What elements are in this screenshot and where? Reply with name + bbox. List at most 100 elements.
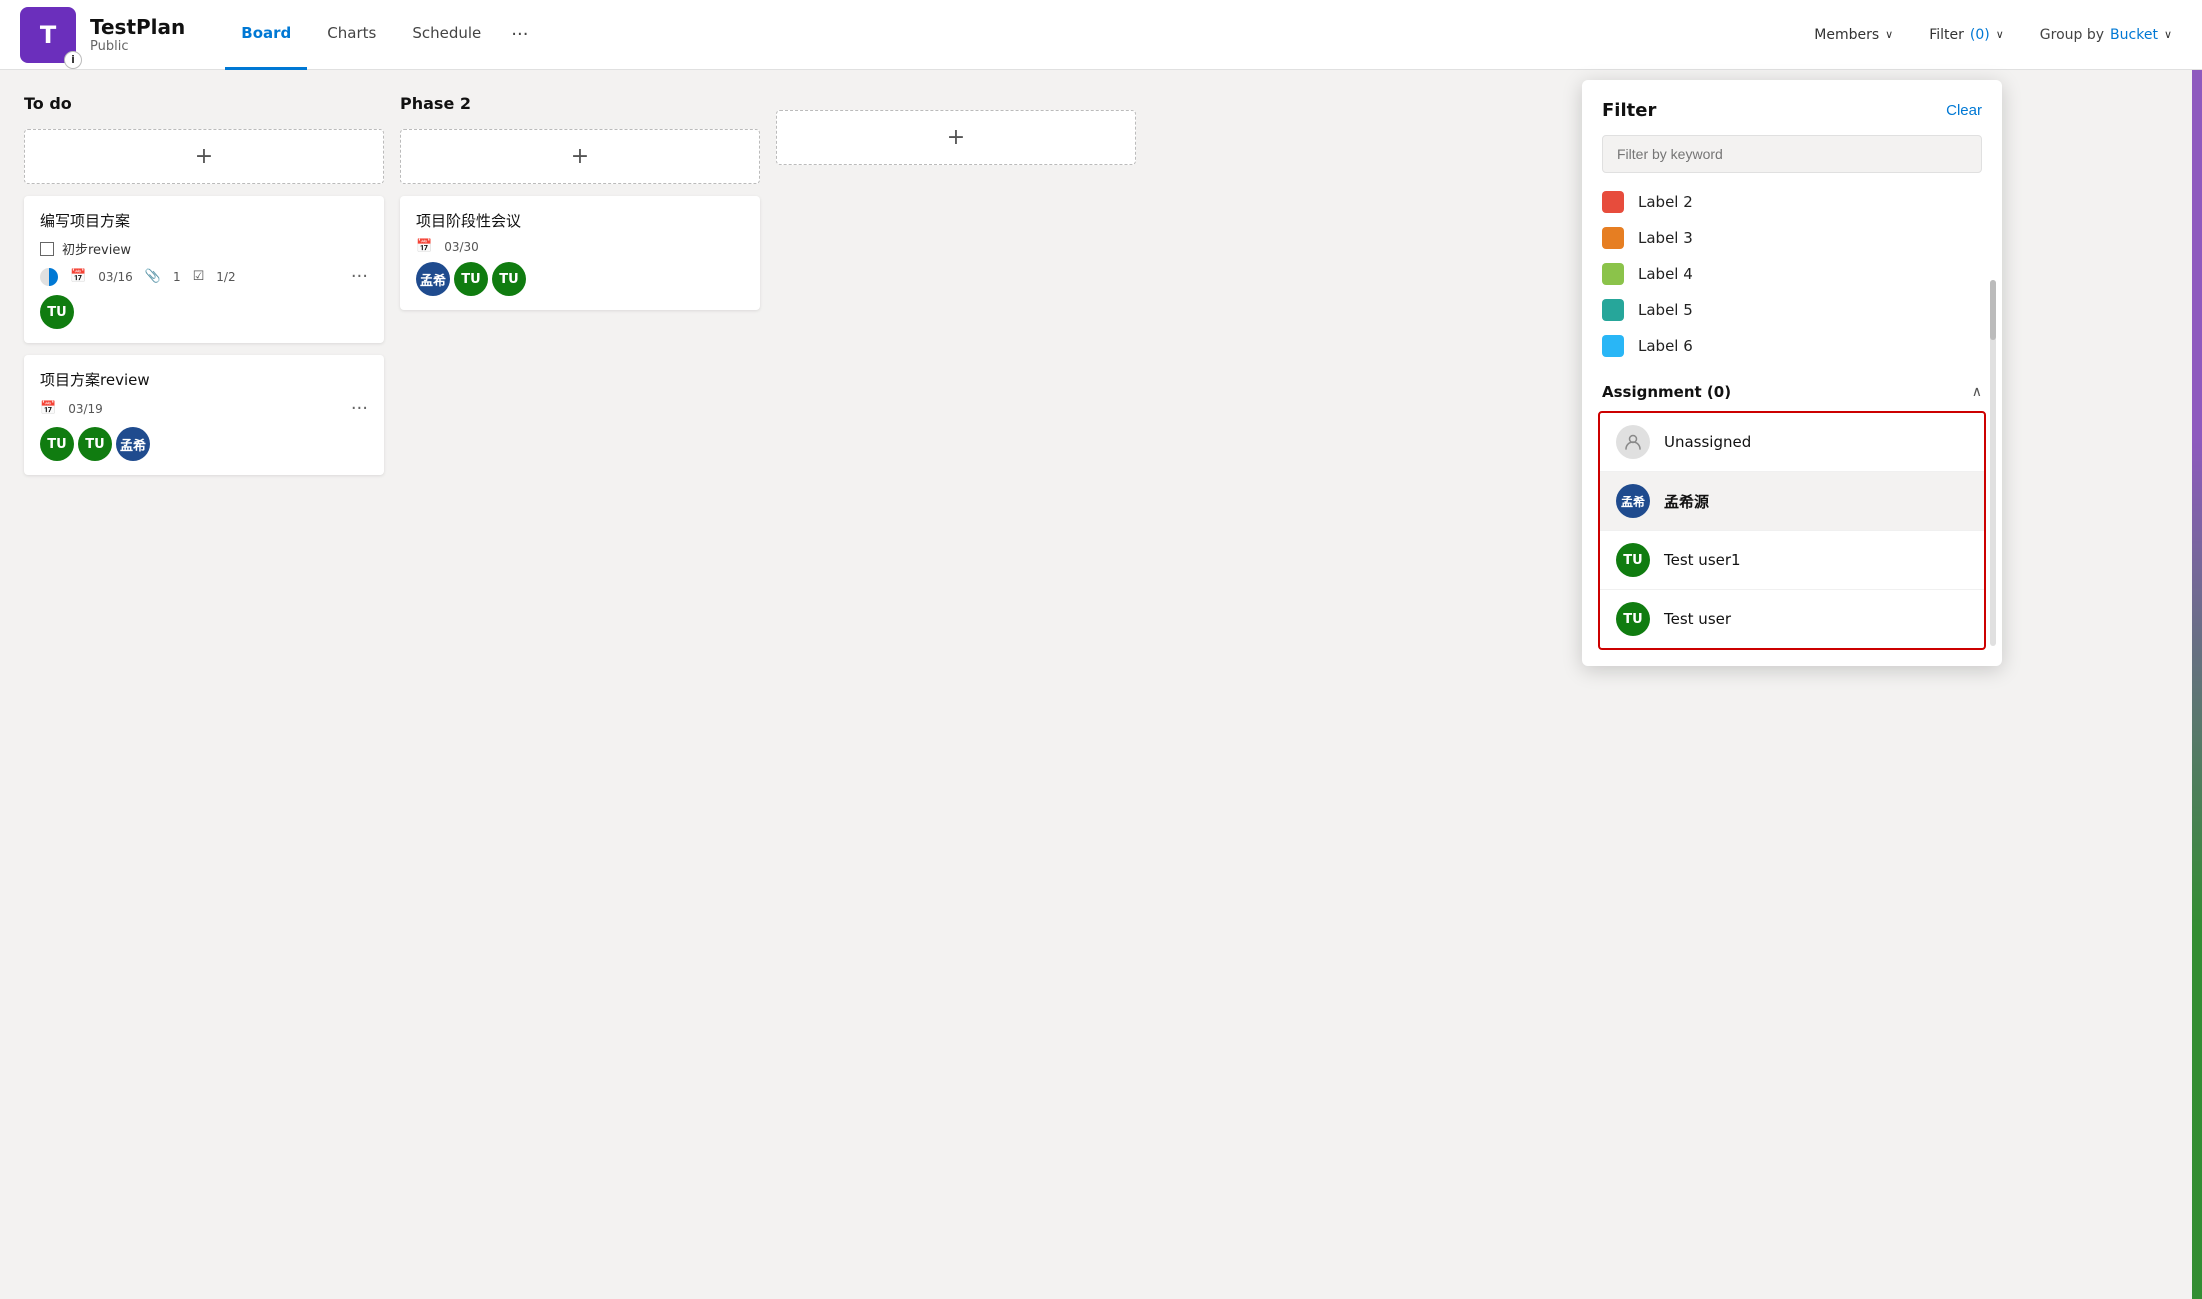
task-card-3-date: 03/30 <box>444 240 479 254</box>
filter-count: (0) <box>1970 27 1990 43</box>
task-card-1-date: 03/16 <box>98 270 133 284</box>
task-card-3-title[interactable]: 项目阶段性会议 <box>416 210 744 231</box>
avatar-tu-3a: TU <box>454 262 488 296</box>
label-3-text: Label 3 <box>1638 229 1693 247</box>
tab-schedule[interactable]: Schedule <box>396 0 497 70</box>
task-card-1: 编写项目方案 初步review 📅 03/16 📎 1 ☑ 1/2 ··· TU <box>24 196 384 343</box>
assignment-chevron-icon: ∧ <box>1972 384 1982 400</box>
task-card-1-title[interactable]: 编写项目方案 <box>40 210 368 231</box>
assignment-testuser1-label: Test user1 <box>1664 551 1741 569</box>
label-item-3[interactable]: Label 3 <box>1602 221 1982 255</box>
filter-panel-title: Filter <box>1602 100 1656 121</box>
filter-button[interactable]: Filter (0) ∨ <box>1919 21 2014 49</box>
task-card-1-more-button[interactable]: ··· <box>351 266 368 287</box>
groupby-value: Bucket <box>2110 27 2158 43</box>
groupby-button[interactable]: Group by Bucket ∨ <box>2030 21 2182 49</box>
label-item-5[interactable]: Label 5 <box>1602 293 1982 327</box>
tab-charts[interactable]: Charts <box>311 0 392 70</box>
label-5-dot <box>1602 299 1624 321</box>
assignment-list: Unassigned 孟希 孟希源 TU Test user1 TU Test … <box>1598 411 1986 650</box>
plan-title: TestPlan <box>90 15 185 39</box>
label-5-text: Label 5 <box>1638 301 1693 319</box>
assignment-item-unassigned[interactable]: Unassigned <box>1600 413 1984 472</box>
checkbox-icon[interactable] <box>40 242 54 256</box>
label-2-text: Label 2 <box>1638 193 1693 211</box>
avatar-tu-2: TU <box>78 427 112 461</box>
calendar-icon-2: 📅 <box>40 401 56 416</box>
task-card-2-meta: 📅 03/19 ··· <box>40 398 368 419</box>
plan-subtitle: Public <box>90 39 185 54</box>
label-4-dot <box>1602 263 1624 285</box>
task-card-2: 项目方案review 📅 03/19 ··· TU TU 孟希 <box>24 355 384 475</box>
calendar-icon: 📅 <box>70 269 86 284</box>
filter-label: Filter <box>1929 27 1964 43</box>
calendar-icon-3: 📅 <box>416 239 432 254</box>
task-card-3-meta: 📅 03/30 <box>416 239 744 254</box>
members-button[interactable]: Members ∨ <box>1804 21 1903 49</box>
task-card-2-title[interactable]: 项目方案review <box>40 369 368 390</box>
avatar-tu: TU <box>40 295 74 329</box>
label-item-4[interactable]: Label 4 <box>1602 257 1982 291</box>
assignment-title: Assignment (0) <box>1602 383 1731 401</box>
bucket-todo-title: To do <box>24 90 384 117</box>
filter-scrollbar[interactable] <box>1990 280 1996 646</box>
filter-panel: Filter Clear Label 2 Label 3 Label 4 Lab… <box>1582 80 2002 666</box>
task-card-1-check: 1/2 <box>216 270 235 284</box>
progress-icon <box>40 268 58 286</box>
nav-more-button[interactable]: ··· <box>501 16 538 53</box>
filter-chevron-icon: ∨ <box>1996 28 2004 41</box>
nav-tabs: Board Charts Schedule ··· <box>225 0 538 70</box>
filter-panel-header: Filter Clear <box>1582 100 2002 135</box>
add-task-phase2-button[interactable]: + <box>400 129 760 184</box>
bucket-phase3: + <box>776 90 1136 165</box>
plan-info: TestPlan Public <box>90 15 185 54</box>
info-badge: i <box>64 51 82 69</box>
bucket-phase2-title: Phase 2 <box>400 90 760 117</box>
filter-clear-button[interactable]: Clear <box>1946 102 1982 119</box>
tab-board[interactable]: Board <box>225 0 307 70</box>
label-6-text: Label 6 <box>1638 337 1693 355</box>
avatar-tu-1: TU <box>40 427 74 461</box>
assignment-item-mengxiyuan[interactable]: 孟希 孟希源 <box>1600 472 1984 531</box>
task-card-1-checkbox-label: 初步review <box>62 239 131 258</box>
app-logo: T i <box>20 7 76 63</box>
label-list: Label 2 Label 3 Label 4 Label 5 Label 6 <box>1582 185 2002 363</box>
logo-letter: T <box>40 21 56 49</box>
avatar-tu-3b: TU <box>492 262 526 296</box>
task-card-2-date: 03/19 <box>68 402 103 416</box>
groupby-label: Group by <box>2040 27 2104 43</box>
assignment-item-testuser1[interactable]: TU Test user1 <box>1600 531 1984 590</box>
assignment-item-testuser[interactable]: TU Test user <box>1600 590 1984 648</box>
assignment-header[interactable]: Assignment (0) ∧ <box>1582 373 2002 411</box>
unassigned-icon <box>1616 425 1650 459</box>
filter-search-input[interactable] <box>1602 135 1982 173</box>
check-icon: ☑ <box>193 269 205 284</box>
bucket-phase2: Phase 2 + 项目阶段性会议 📅 03/30 孟希 TU TU <box>400 90 760 310</box>
label-3-dot <box>1602 227 1624 249</box>
bucket-phase3-title <box>776 90 1136 98</box>
task-card-2-more-button[interactable]: ··· <box>351 398 368 419</box>
topbar: T i TestPlan Public Board Charts Schedul… <box>0 0 2202 70</box>
label-item-2[interactable]: Label 2 <box>1602 185 1982 219</box>
add-task-todo-button[interactable]: + <box>24 129 384 184</box>
members-label: Members <box>1814 27 1879 43</box>
avatar-mengxi: 孟希 <box>116 427 150 461</box>
avatar-testuser1: TU <box>1616 543 1650 577</box>
task-card-1-attach: 1 <box>173 270 181 284</box>
add-task-phase3-button[interactable]: + <box>776 110 1136 165</box>
filter-scrollbar-thumb <box>1990 280 1996 340</box>
topbar-actions: Members ∨ Filter (0) ∨ Group by Bucket ∨ <box>1804 21 2182 49</box>
task-card-3-avatars: 孟希 TU TU <box>416 262 744 296</box>
task-card-1-meta: 📅 03/16 📎 1 ☑ 1/2 ··· <box>40 266 368 287</box>
avatar-mengxi-3: 孟希 <box>416 262 450 296</box>
assignment-testuser-label: Test user <box>1664 610 1731 628</box>
label-item-6[interactable]: Label 6 <box>1602 329 1982 363</box>
task-card-2-avatars: TU TU 孟希 <box>40 427 368 461</box>
groupby-chevron-icon: ∨ <box>2164 28 2172 41</box>
label-6-dot <box>1602 335 1624 357</box>
avatar-mengxiyuan: 孟希 <box>1616 484 1650 518</box>
members-chevron-icon: ∨ <box>1885 28 1893 41</box>
task-card-1-avatars: TU <box>40 295 368 329</box>
attachment-icon: 📎 <box>145 269 161 284</box>
assignment-unassigned-label: Unassigned <box>1664 433 1751 451</box>
